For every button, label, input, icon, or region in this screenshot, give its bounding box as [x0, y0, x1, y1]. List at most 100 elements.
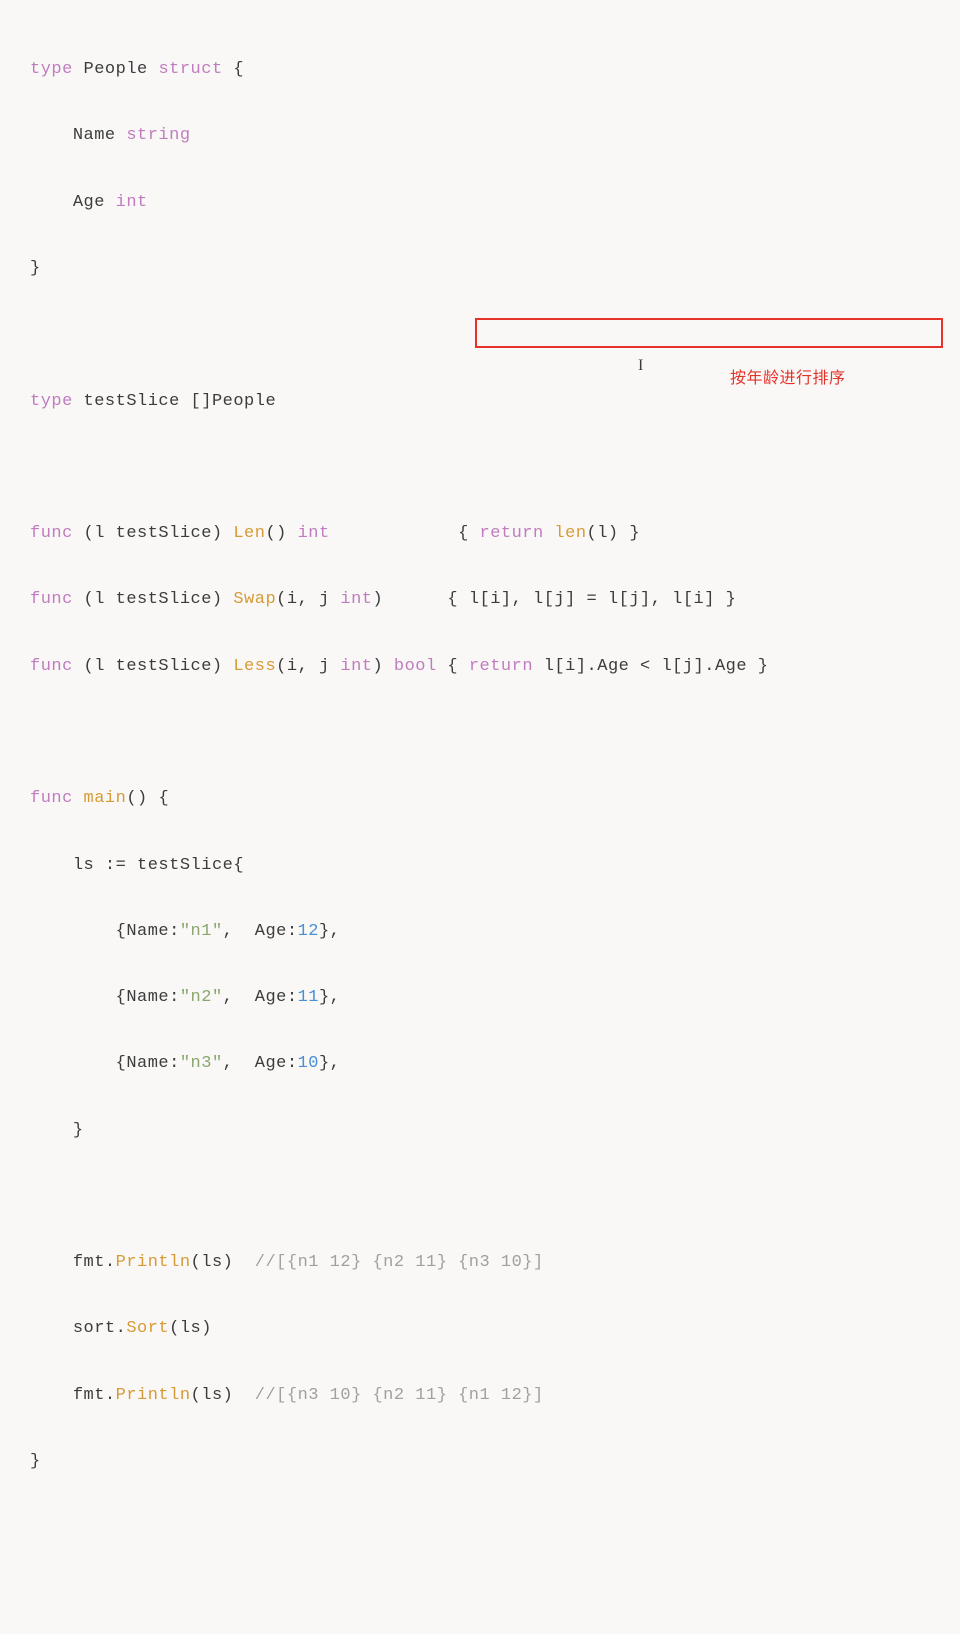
dot: . — [116, 1319, 127, 1338]
brace: } — [30, 1452, 41, 1471]
code-line-3: Age int — [30, 186, 930, 219]
brace: { — [233, 60, 244, 79]
field-name: Name — [73, 126, 116, 145]
return-type: bool — [394, 657, 437, 676]
type-name: testSlice — [84, 392, 180, 411]
params: () — [126, 789, 147, 808]
brace: { — [116, 922, 127, 941]
keyword-return: return — [469, 657, 533, 676]
field-key: Name — [126, 1054, 169, 1073]
brace: } — [758, 657, 769, 676]
keyword-type: type — [30, 392, 73, 411]
keyword-func: func — [30, 524, 73, 543]
code-line-2: Name string — [30, 119, 930, 152]
text-cursor-icon: I — [638, 350, 644, 381]
type-ref: testSlice — [137, 856, 233, 875]
code-line-20: sort.Sort(ls) — [30, 1312, 930, 1345]
param: j — [319, 657, 330, 676]
code-line-17: } — [30, 1114, 930, 1147]
field-key: Name — [126, 922, 169, 941]
receiver: (l testSlice) — [84, 590, 223, 609]
code-line-9: func (l testSlice) Swap(i, j int) { l[i]… — [30, 583, 930, 616]
func-name: main — [84, 789, 127, 808]
number-literal: 12 — [298, 922, 319, 941]
func-call: Println — [116, 1386, 191, 1405]
brace: { — [116, 988, 127, 1007]
brace: }, — [319, 1054, 340, 1073]
colon: : — [287, 922, 298, 941]
param: j — [319, 590, 330, 609]
brace: } — [30, 259, 41, 278]
code-line-1: type People struct { — [30, 53, 930, 86]
comma: , — [298, 657, 319, 676]
paren-open: ( — [276, 590, 287, 609]
code-line-10: func (l testSlice) Less(i, j int) bool {… — [30, 650, 930, 683]
code-line-7 — [30, 451, 930, 484]
code-line-15: {Name:"n2", Age:11}, — [30, 981, 930, 1014]
colon: : — [169, 1054, 180, 1073]
paren-close: ) — [372, 590, 383, 609]
param-type: int — [330, 657, 373, 676]
type-ref: []People — [191, 392, 277, 411]
field-type: int — [116, 193, 148, 212]
field-key: Age — [255, 988, 287, 1007]
keyword-func: func — [30, 657, 73, 676]
code-line-8: func (l testSlice) Len() int { return le… — [30, 517, 930, 550]
code-line-11 — [30, 716, 930, 749]
dot: . — [105, 1253, 116, 1272]
string-literal: "n3" — [180, 1054, 223, 1073]
pkg-name: sort — [73, 1319, 116, 1338]
comma: , — [223, 988, 244, 1007]
field-name: Age — [73, 193, 105, 212]
comment: //[{n3 10} {n2 11} {n1 12}] — [255, 1386, 544, 1405]
param: i — [287, 657, 298, 676]
code-line-22: } — [30, 1445, 930, 1478]
brace: }, — [319, 988, 340, 1007]
brace: } — [73, 1121, 84, 1140]
builtin-call: len — [554, 524, 586, 543]
less-expr: l[i].Age < l[j].Age — [533, 657, 758, 676]
paren-close: ) — [372, 657, 383, 676]
brace: { — [447, 590, 458, 609]
number-literal: 11 — [298, 988, 319, 1007]
string-literal: "n2" — [180, 988, 223, 1007]
annotation-label: 按年龄进行排序 — [730, 363, 846, 394]
call-args: (ls) — [169, 1319, 212, 1338]
colon: : — [169, 922, 180, 941]
func-name: Swap — [233, 590, 276, 609]
brace: }, — [319, 922, 340, 941]
pkg-name: fmt — [73, 1253, 105, 1272]
receiver: (l testSlice) — [84, 657, 223, 676]
comment: //[{n1 12} {n2 11} {n3 10}] — [255, 1253, 544, 1272]
func-name: Len — [233, 524, 265, 543]
keyword-func: func — [30, 590, 73, 609]
string-literal: "n1" — [180, 922, 223, 941]
code-line-14: {Name:"n1", Age:12}, — [30, 915, 930, 948]
keyword-return: return — [480, 524, 544, 543]
call-args: (ls) — [191, 1386, 234, 1405]
field-type: string — [126, 126, 190, 145]
param: i — [287, 590, 298, 609]
field-key: Name — [126, 988, 169, 1007]
brace: } — [629, 524, 640, 543]
func-name: Less — [233, 657, 276, 676]
brace: { — [458, 524, 469, 543]
code-line-5 — [30, 318, 930, 351]
field-key: Age — [255, 1054, 287, 1073]
comma: , — [223, 922, 244, 941]
paren-open: ( — [276, 657, 287, 676]
comma: , — [223, 1054, 244, 1073]
brace: { — [447, 657, 458, 676]
pkg-name: fmt — [73, 1386, 105, 1405]
dot: . — [105, 1386, 116, 1405]
brace: { — [233, 856, 244, 875]
code-line-16: {Name:"n3", Age:10}, — [30, 1047, 930, 1080]
colon: : — [287, 988, 298, 1007]
code-line-21: fmt.Println(ls) //[{n3 10} {n2 11} {n1 1… — [30, 1379, 930, 1412]
code-line-12: func main() { — [30, 782, 930, 815]
brace: } — [726, 590, 737, 609]
keyword-type: type — [30, 60, 73, 79]
type-name: People — [84, 60, 148, 79]
params: () — [265, 524, 286, 543]
code-line-18 — [30, 1180, 930, 1213]
